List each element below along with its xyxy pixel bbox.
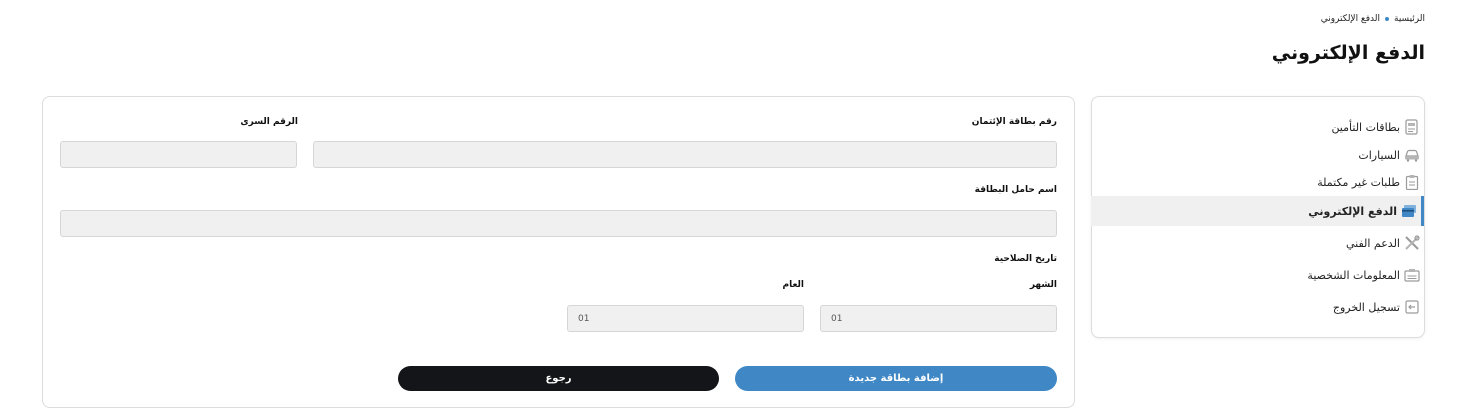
back-button[interactable]: رجوع <box>398 366 719 391</box>
tools-icon <box>1404 235 1420 251</box>
sidebar-item-label: الدعم الفني <box>1345 236 1400 250</box>
card-number-label: رقم بطاقة الإئتمان <box>971 117 1057 127</box>
card-holder-input[interactable] <box>60 210 1057 237</box>
clipboard-icon <box>1404 174 1420 190</box>
sidebar: بطاقات التأمين السيارات طلبات غير مكتملة… <box>1091 96 1425 338</box>
sidebar-item-label: الدفع الإلكتروني <box>1308 204 1397 218</box>
sidebar-item-label: السيارات <box>1358 148 1400 162</box>
insurance-card-icon <box>1404 119 1420 135</box>
page-title: الدفع الإلكتروني <box>1271 42 1425 64</box>
cvv-label: الرقم السرى <box>240 117 298 127</box>
sidebar-item-label: بطاقات التأمين <box>1331 120 1400 134</box>
sidebar-item-cars[interactable]: السيارات <box>1091 140 1424 170</box>
breadcrumb-home[interactable]: الرئيسية <box>1394 14 1425 24</box>
month-select[interactable]: 01 <box>820 305 1057 332</box>
month-label: الشهر <box>1029 280 1057 290</box>
logout-icon <box>1404 299 1420 315</box>
add-new-card-button[interactable]: إضافة بطاقة جديدة <box>735 366 1057 391</box>
sidebar-item-incomplete-requests[interactable]: طلبات غير مكتملة <box>1091 167 1424 197</box>
sidebar-item-logout[interactable]: تسجيل الخروج <box>1091 292 1424 322</box>
sidebar-item-label: تسجيل الخروج <box>1332 300 1400 314</box>
sidebar-item-e-payment[interactable]: الدفع الإلكتروني <box>1091 196 1424 226</box>
year-select[interactable]: 01 <box>567 305 804 332</box>
sidebar-item-insurance-cards[interactable]: بطاقات التأمين <box>1091 112 1424 142</box>
sidebar-item-label: طلبات غير مكتملة <box>1317 175 1400 189</box>
payment-card-icon <box>1401 203 1417 219</box>
sidebar-item-support[interactable]: الدعم الفني <box>1091 228 1424 258</box>
car-icon <box>1404 147 1420 163</box>
payment-form-card: رقم بطاقة الإئتمان الرقم السرى اسم حامل … <box>42 96 1075 408</box>
sidebar-item-label: المعلومات الشخصية <box>1307 268 1400 282</box>
card-number-input[interactable] <box>313 141 1057 168</box>
sidebar-item-personal-info[interactable]: المعلومات الشخصية <box>1091 260 1424 290</box>
breadcrumb-current: الدفع الإلكتروني <box>1320 14 1380 24</box>
breadcrumb-separator <box>1385 17 1389 21</box>
cvv-input[interactable] <box>60 141 297 168</box>
year-label: العام <box>782 280 804 290</box>
year-select-value: 01 <box>578 313 590 324</box>
id-card-icon <box>1404 267 1420 283</box>
card-holder-label: اسم حامل البطاقة <box>974 185 1057 195</box>
expiry-label: تاريخ الصلاحية <box>994 254 1057 264</box>
breadcrumb: الرئيسية الدفع الإلكتروني <box>1321 14 1425 24</box>
month-select-value: 01 <box>831 313 843 324</box>
